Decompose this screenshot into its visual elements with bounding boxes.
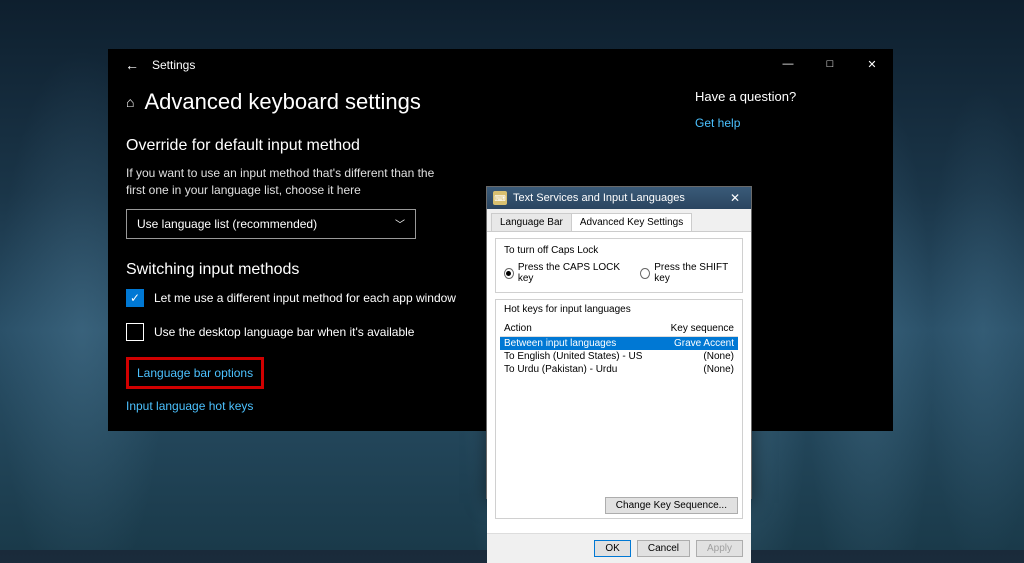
cancel-button[interactable]: Cancel: [637, 540, 690, 557]
get-help-link[interactable]: Get help: [695, 116, 740, 130]
dialog-close-button[interactable]: ✕: [725, 191, 745, 205]
hotkeys-group: Hot keys for input languages Action Key …: [495, 299, 743, 519]
caps-lock-title: To turn off Caps Lock: [504, 245, 734, 256]
desktop-langbar-checkbox[interactable]: [126, 323, 144, 341]
apply-button[interactable]: Apply: [696, 540, 743, 557]
caps-lock-group: To turn off Caps Lock Press the CAPS LOC…: [495, 238, 743, 293]
desktop-langbar-label: Use the desktop language bar when it's a…: [154, 325, 414, 339]
window-title: Settings: [152, 58, 195, 72]
highlight-annotation: Language bar options: [126, 357, 264, 389]
radio-dot-icon: [504, 268, 514, 279]
dialog-icon: ⌨: [493, 191, 507, 205]
list-item[interactable]: To English (United States) - US (None): [500, 350, 738, 363]
row-action: To English (United States) - US: [504, 351, 703, 362]
close-button[interactable]: ✕: [851, 49, 893, 79]
tab-body: To turn off Caps Lock Press the CAPS LOC…: [487, 232, 751, 533]
page-title: Advanced keyboard settings: [144, 89, 420, 115]
col-key: Key sequence: [671, 323, 734, 334]
maximize-button[interactable]: □: [809, 49, 851, 79]
titlebar: ← Settings — □ ✕: [108, 49, 893, 81]
col-action: Action: [504, 323, 671, 334]
per-app-input-checkbox[interactable]: ✓: [126, 289, 144, 307]
row-key: (None): [703, 364, 734, 375]
radio-dot-icon: [640, 268, 650, 279]
radio-capslock-label: Press the CAPS LOCK key: [518, 262, 623, 284]
per-app-input-label: Let me use a different input method for …: [154, 291, 456, 305]
minimize-button[interactable]: —: [767, 49, 809, 79]
row-action: To Urdu (Pakistan) - Urdu: [504, 364, 703, 375]
home-icon[interactable]: ⌂: [126, 94, 134, 110]
aside-question: Have a question?: [695, 89, 855, 104]
tab-language-bar[interactable]: Language Bar: [491, 213, 572, 231]
back-button[interactable]: ←: [116, 57, 148, 73]
row-action: Between input languages: [504, 338, 674, 349]
hotkeys-list[interactable]: Between input languages Grave Accent To …: [500, 337, 738, 493]
row-key: (None): [703, 351, 734, 362]
change-key-sequence-button[interactable]: Change Key Sequence...: [605, 497, 738, 514]
list-item[interactable]: Between input languages Grave Accent: [500, 337, 738, 350]
dialog-titlebar: ⌨ Text Services and Input Languages ✕: [487, 187, 751, 209]
combo-value: Use language list (recommended): [137, 217, 317, 231]
ok-button[interactable]: OK: [594, 540, 630, 557]
tab-advanced-key-settings[interactable]: Advanced Key Settings: [571, 213, 692, 231]
radio-shift-label: Press the SHIFT key: [654, 262, 734, 284]
dialog-footer: OK Cancel Apply: [487, 533, 751, 563]
radio-capslock[interactable]: Press the CAPS LOCK key: [504, 262, 622, 284]
dialog-tabs: Language Bar Advanced Key Settings: [487, 209, 751, 232]
chevron-down-icon: ﹀: [395, 216, 405, 231]
dialog-title: Text Services and Input Languages: [513, 192, 725, 204]
radio-shift[interactable]: Press the SHIFT key: [640, 262, 734, 284]
text-services-dialog: ⌨ Text Services and Input Languages ✕ La…: [486, 186, 752, 499]
override-description: If you want to use an input method that'…: [126, 165, 446, 199]
language-bar-options-link[interactable]: Language bar options: [137, 366, 253, 380]
override-heading: Override for default input method: [126, 137, 606, 155]
list-header: Action Key sequence: [500, 321, 738, 337]
hotkeys-title: Hot keys for input languages: [500, 304, 738, 315]
input-method-combo[interactable]: Use language list (recommended) ﹀: [126, 209, 416, 239]
row-key: Grave Accent: [674, 338, 734, 349]
input-language-hotkeys-link[interactable]: Input language hot keys: [126, 399, 253, 413]
list-item[interactable]: To Urdu (Pakistan) - Urdu (None): [500, 363, 738, 376]
